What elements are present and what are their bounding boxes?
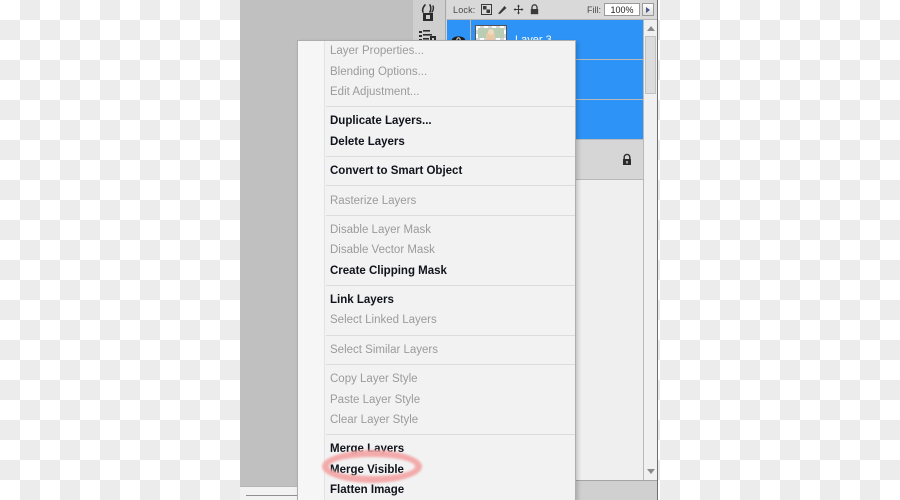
menu-separator [326,185,575,187]
scrollbar-thumb[interactable] [645,36,656,94]
lock-label: Lock: [453,4,476,15]
menu-item-list: Layer Properties... Blending Options... Ed… [298,41,575,500]
menu-item-edit-adjustment: Edit Adjustment... [330,85,420,98]
menu-separator [326,334,575,336]
layer-locked-icon [621,153,633,166]
menu-separator [326,106,575,108]
menu-item-merge-layers[interactable]: Merge Layers [298,439,575,459]
menu-item-rasterize-layers: Rasterize Layers [330,194,417,207]
lasso-tool-icon[interactable] [417,2,441,26]
menu-item-blending-options: Blending Options... [330,65,428,78]
fill-dropdown-icon[interactable] [642,3,654,16]
menu-separator [326,214,575,216]
screenshot-root: Lock: Fill: 100% Layer Properties... Ble… [0,0,900,500]
layers-scrollbar[interactable] [643,20,657,480]
layer-context-menu[interactable]: Layer Properties... Blending Options... Ed… [297,40,576,500]
lock-fill-row: Lock: Fill: 100% [447,0,657,20]
fill-input[interactable]: 100% [604,3,640,16]
menu-separator [326,434,575,436]
menu-separator [326,155,575,157]
menu-item-duplicate-layers[interactable]: Duplicate Layers... [298,111,575,131]
menu-item-link-layers[interactable]: Link Layers [298,290,575,310]
lock-transparent-pixels-icon[interactable] [480,4,492,15]
menu-item-clear-layer-style: Clear Layer Style [330,414,419,427]
menu-item-layer-properties: Layer Properties... [330,45,424,58]
menu-separator [326,364,575,366]
lock-icon-group [480,4,540,15]
menu-item-delete-layers[interactable]: Delete Layers [298,132,575,152]
menu-item-select-similar-layers: Select Similar Layers [330,343,439,356]
menu-item-select-linked-layers: Select Linked Layers [330,314,437,327]
lock-position-icon[interactable] [513,4,524,15]
menu-item-disable-layer-mask: Disable Layer Mask [330,223,431,236]
menu-item-create-clipping-mask[interactable]: Create Clipping Mask [298,261,575,281]
menu-item-merge-visible[interactable]: Merge Visible [298,460,575,480]
triangle-down-icon[interactable] [644,465,657,478]
fill-label: Fill: [587,4,601,15]
menu-item-paste-layer-style: Paste Layer Style [330,393,421,406]
menu-separator [326,284,575,286]
lock-all-icon[interactable] [529,4,540,15]
menu-item-convert-to-smart-object[interactable]: Convert to Smart Object [298,161,575,181]
triangle-up-icon[interactable] [644,22,657,35]
menu-item-disable-vector-mask: Disable Vector Mask [330,244,435,257]
lock-image-pixels-icon[interactable] [497,4,508,15]
menu-item-flatten-image[interactable]: Flatten Image [298,480,575,500]
menu-item-copy-layer-style: Copy Layer Style [330,373,418,386]
